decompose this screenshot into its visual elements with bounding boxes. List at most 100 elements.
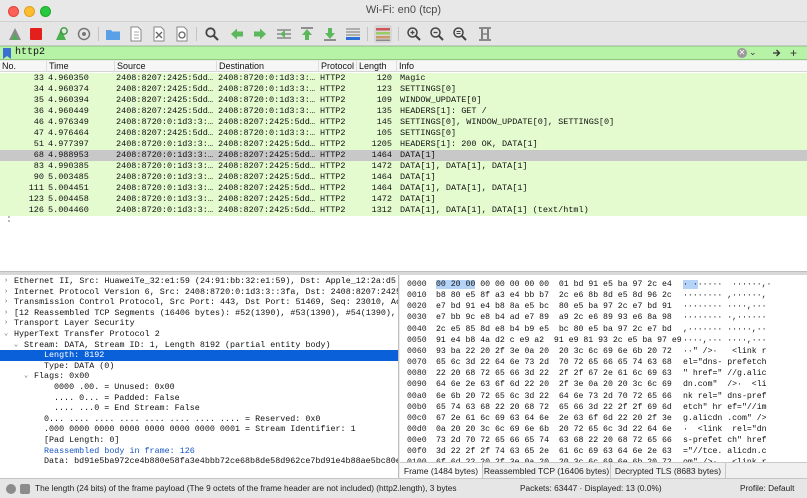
tab-frame-bytes[interactable]: Frame (1484 bytes) [400,463,483,479]
detail-tree-row[interactable]: › Internet Protocol Version 6, Src: 2408:… [0,287,398,298]
save-file-icon[interactable] [127,25,145,43]
packet-row[interactable]: 90 5.003485 2408:8720:0:1d3:3:… 2408:8207:2… [0,172,807,183]
column-header-no[interactable]: No. [0,61,16,72]
hex-dump-row[interactable]: 00f0 3d 22 2f 2f 74 63 65 2e 61 6c 69 63 … [400,446,807,457]
column-header-source[interactable]: Source [114,61,146,72]
bookmark-icon[interactable] [2,48,12,59]
expert-info-icon[interactable] [20,484,30,494]
expand-arrow-icon[interactable]: ⌄ [4,329,14,340]
hex-bytes: 64 6e 2e 63 6f 6d 22 20 2f 3e 0a 20 20 3… [436,380,672,390]
reload-file-icon[interactable] [173,25,191,43]
detail-tree-row[interactable]: 0000 .00. = Unused: 0x00 [0,382,398,393]
packet-row[interactable]: 123 5.004458 2408:8720:0:1d3:3:… 2408:8207:… [0,194,807,205]
detail-tree-row[interactable]: Reassembled body in frame: 126 [0,446,398,457]
detail-tree-row[interactable]: [Pad Length: 0] [0,435,398,446]
packet-row[interactable]: 111 5.004451 2408:8720:0:1d3:3:… 2408:8207:… [0,183,807,194]
last-packet-icon[interactable] [321,25,339,43]
open-file-icon[interactable] [104,25,122,43]
packet-row[interactable]: 36 4.960449 2408:8207:2425:5dd… 2408:8720:0… [0,106,807,117]
hex-dump-row[interactable]: 0010 b8 80 e5 8f a3 e4 bb b7 2c e6 8b 8d … [400,290,807,301]
detail-tree-row[interactable]: .... 0... = Padded: False [0,393,398,404]
go-to-packet-icon[interactable] [275,25,293,43]
expand-arrow-icon[interactable]: › [4,297,14,308]
detail-tree-row[interactable]: › Transmission Control Protocol, Src Port… [0,297,398,308]
hex-dump-row[interactable]: 0030 e7 bb 9c e8 b4 ad e7 89 a9 2c e6 89 … [400,312,807,323]
expand-arrow-icon[interactable]: › [4,276,14,287]
packet-row[interactable]: 47 4.976464 2408:8207:2425:5dd… 2408:8720:0… [0,128,807,139]
zoom-out-icon[interactable] [428,25,446,43]
go-forward-icon[interactable] [251,25,269,43]
detail-tree-row[interactable]: Type: DATA (0) [0,361,398,372]
shark-fin-start-icon[interactable] [6,25,24,43]
hex-dump-row[interactable]: 0040 2c e5 85 8d e8 b4 b9 e5 bc 80 e5 ba … [400,324,807,335]
restart-capture-icon[interactable] [52,25,70,43]
hex-dump-row[interactable]: 0050 91 e4 b8 4a d2 c e9 a2 91 e9 81 93 2… [400,335,807,346]
close-file-icon[interactable] [150,25,168,43]
detail-tree-row[interactable]: ⌄ Stream: DATA, Stream ID: 1, Length 8192… [0,340,398,351]
hex-dump-row[interactable]: 0070 65 6c 3d 22 64 6e 73 2d 70 72 65 66 … [400,357,807,368]
packet-cell-len: 145 [376,117,392,127]
expand-arrow-icon[interactable]: › [4,318,14,329]
ascii-bytes: ,······· ·····,·· [683,324,767,334]
hex-dump-row[interactable]: 0090 64 6e 2e 63 6f 6d 22 20 2f 3e 0a 20 … [400,379,807,390]
find-packet-icon[interactable] [203,25,221,43]
packet-row[interactable]: 34 4.960374 2408:8207:2425:5dd… 2408:8720:0… [0,84,807,95]
packet-row[interactable]: 51 4.977397 2408:8720:0:1d3:3:… 2408:8207:2… [0,139,807,150]
expand-arrow-icon[interactable]: › [4,287,14,298]
detail-tree-row[interactable]: ⌄ Flags: 0x00 [0,371,398,382]
packet-row[interactable]: 126 5.004460 2408:8720:0:1d3:3:… 2408:8207:… [0,205,807,216]
detail-tree-row[interactable]: › Transport Layer Security [0,318,398,329]
zoom-in-icon[interactable] [405,25,423,43]
column-header-info[interactable]: Info [396,61,414,72]
hex-dump-row[interactable]: 00c0 67 2e 61 6c 69 63 64 6e 2e 63 6f 6d … [400,413,807,424]
detail-tree-row[interactable]: .... ...0 = End Stream: False [0,403,398,414]
hex-dump-row[interactable]: 00d0 0a 20 20 3c 6c 69 6e 6b 20 72 65 6c … [400,424,807,435]
detail-tree-row[interactable]: › [12 Reassembled TCP Segments (16406 byt… [0,308,398,319]
column-header-protocol[interactable]: Protocol [318,61,354,72]
hex-dump-row[interactable]: 00b0 65 74 63 68 22 20 68 72 65 66 3d 22 … [400,402,807,413]
detail-tree-row[interactable]: › Ethernet II, Src: HuaweiTe_32:e1:59 (24… [0,276,398,287]
packet-row[interactable]: 46 4.976349 2408:8720:0:1d3:3:… 2408:8207:2… [0,117,807,128]
packet-row[interactable]: 83 4.990385 2408:8720:0:1d3:3:… 2408:8207:2… [0,161,807,172]
capture-options-icon[interactable] [75,25,93,43]
hex-dump-row[interactable]: 0020 e7 bd 91 e4 b8 8a e5 bc 80 e5 ba 97 … [400,301,807,312]
resize-columns-icon[interactable] [476,25,494,43]
detail-tree-row[interactable]: Data: bd91e5ba972ce4b880e58fa3e4bbb72ce6… [0,456,398,467]
packet-cell-src: 2408:8720:0:1d3:3:… [116,150,213,160]
detail-tree-row[interactable]: 0... .... .... .... .... .... .... .... … [0,414,398,425]
packet-row[interactable]: 68 4.988953 2408:8720:0:1d3:3:… 2408:8207:2… [0,150,807,161]
hex-dump-row[interactable]: 0080 22 20 68 72 65 66 3d 22 2f 2f 67 2e … [400,368,807,379]
column-header-destination[interactable]: Destination [216,61,264,72]
add-filter-button-icon[interactable]: + [790,46,797,60]
go-back-icon[interactable] [228,25,246,43]
display-filter-input[interactable]: http2 [15,47,45,59]
column-header-length[interactable]: Length [356,61,387,72]
hex-dump-row[interactable]: 00a0 6e 6b 20 72 65 6c 3d 22 64 6e 73 2d … [400,391,807,402]
packet-cell-info: SETTINGS[0] [400,128,457,138]
apply-filter-icon[interactable] [772,48,782,58]
expand-arrow-icon[interactable]: › [4,308,14,319]
expand-arrow-icon[interactable]: ⌄ [14,340,24,351]
stop-capture-icon[interactable] [27,25,45,43]
hex-dump-row[interactable]: 0000 00 20 00 00 00 00 00 00 01 bd 91 e5 … [400,279,807,290]
hex-dump-row[interactable]: 0060 93 ba 22 20 2f 3e 0a 20 20 3c 6c 69 … [400,346,807,357]
detail-tree-row[interactable]: ⌄ HyperText Transfer Protocol 2 [0,329,398,340]
recent-filters-dropdown[interactable]: ⌄ [749,47,757,58]
expand-arrow-icon[interactable]: ⌄ [24,371,34,382]
autoscroll-icon[interactable] [344,25,362,43]
hex-dump-row[interactable]: 00e0 73 2d 70 72 65 66 65 74 63 68 22 20 … [400,435,807,446]
column-header-time[interactable]: Time [46,61,69,72]
capture-status-icon[interactable] [6,484,16,494]
tab-reassembled-tcp[interactable]: Reassembled TCP (16406 bytes) [483,463,611,479]
colorize-icon[interactable] [374,25,392,43]
first-packet-icon[interactable] [298,25,316,43]
detail-tree-row[interactable]: Length: 8192 [0,350,398,361]
clear-filter-icon[interactable]: ✕ [737,48,747,58]
packet-row[interactable]: 35 4.960394 2408:8207:2425:5dd… 2408:8720:0… [0,95,807,106]
normal-size-icon[interactable] [451,25,469,43]
packet-row[interactable]: 33 4.960350 2408:8207:2425:5dd… 2408:8720:0… [0,73,807,84]
detail-tree-row[interactable]: .000 0000 0000 0000 0000 0000 0000 0001 … [0,424,398,435]
profile-status[interactable]: Profile: Default [740,479,794,498]
packet-cell-time: 5.004460 [48,205,89,215]
tab-decrypted-tls[interactable]: Decrypted TLS (8683 bytes) [611,463,726,479]
